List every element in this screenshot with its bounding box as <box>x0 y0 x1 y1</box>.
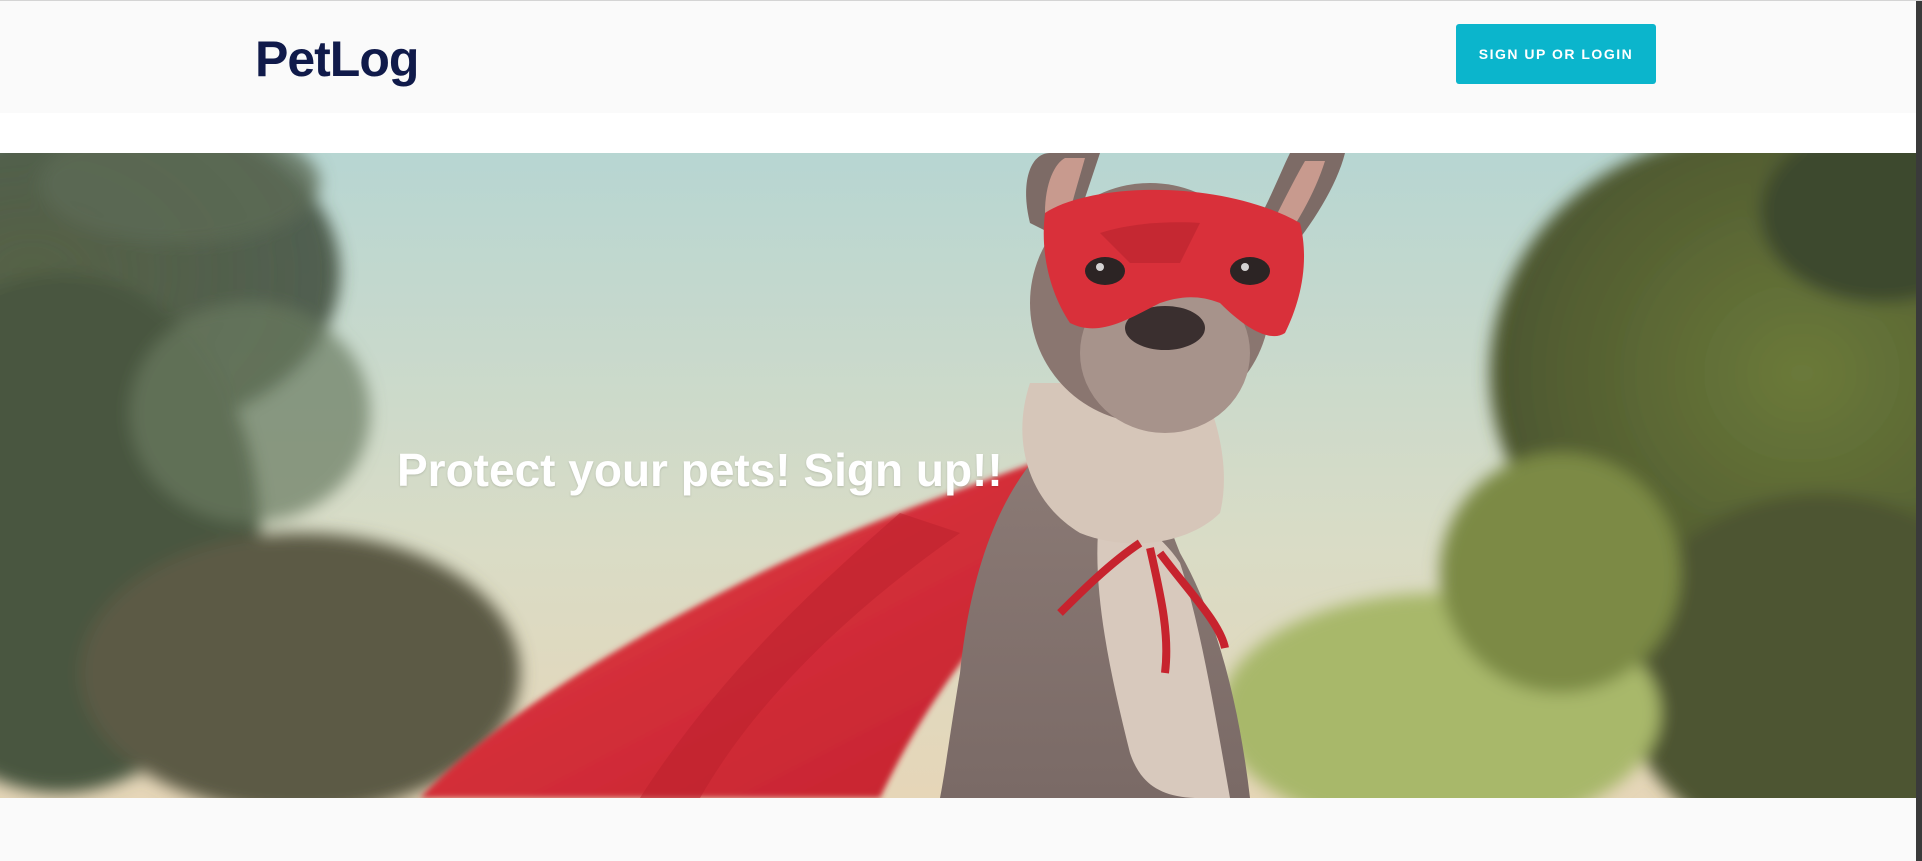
site-logo[interactable]: PetLog <box>255 29 419 89</box>
page: PetLog SIGN UP OR LOGIN Protect your pet… <box>0 0 1922 861</box>
site-header: PetLog SIGN UP OR LOGIN <box>0 1 1916 113</box>
window-scrollbar[interactable] <box>1916 1 1922 861</box>
page-footer-area <box>0 798 1916 861</box>
header-spacer <box>0 113 1916 153</box>
signup-login-button[interactable]: SIGN UP OR LOGIN <box>1456 24 1656 84</box>
hero-banner: Protect your pets! Sign up!! <box>0 153 1916 798</box>
hero-title: Protect your pets! Sign up!! <box>397 444 1003 496</box>
